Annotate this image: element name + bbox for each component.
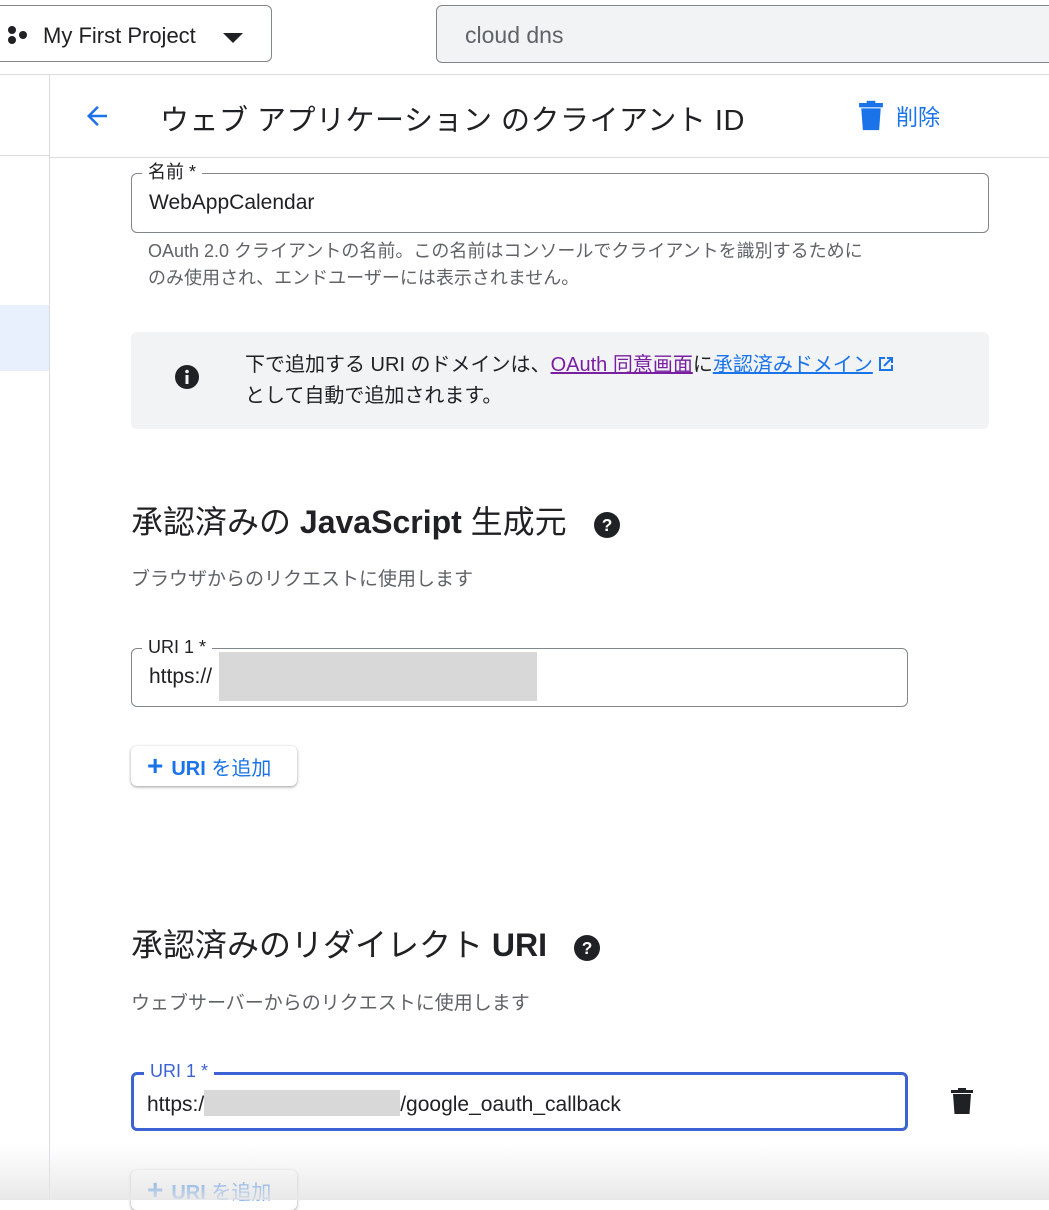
js-origins-subtitle: ブラウザからのリクエストに使用します (131, 569, 474, 590)
trash-icon[interactable] (950, 1087, 974, 1115)
add-js-origin-button[interactable]: + URI を追加 (131, 746, 297, 786)
help-icon[interactable]: ? (573, 934, 600, 961)
redacted-region (219, 652, 537, 701)
info-text-after: として自動で追加されます。 (245, 385, 503, 407)
project-selector[interactable]: My First Project (0, 5, 272, 62)
arrow-back-icon[interactable] (82, 101, 112, 131)
add-js-label-bold: URI (171, 757, 206, 780)
search-input[interactable] (463, 20, 1027, 50)
add-redirect-label-bold: URI (171, 1181, 206, 1204)
nav-item-active[interactable] (0, 305, 49, 371)
name-helper-text: OAuth 2.0 クライアントの名前。この名前はコンソールでクライアントを識別… (148, 238, 968, 292)
name-input[interactable] (147, 190, 971, 216)
external-link-icon (878, 357, 893, 371)
redirect-uri-field[interactable]: URI 1 * https:/ /google_oauth_callback (131, 1060, 908, 1131)
js-origins-title: 承認済みの JavaScript 生成元 ? (131, 497, 620, 543)
add-js-origin-label: URI を追加 (171, 752, 271, 781)
svg-text:?: ? (601, 515, 612, 535)
trash-icon (859, 100, 883, 131)
redirect-uris-subtitle: ウェブサーバーからのリクエストに使用します (131, 993, 530, 1014)
nav-divider (0, 155, 49, 156)
oauth-consent-link[interactable]: OAuth 同意画面 (551, 354, 693, 376)
js-title-suffix: 生成元 (470, 504, 567, 540)
svg-text:?: ? (582, 938, 593, 958)
redacted-region (204, 1090, 401, 1116)
redirect-uris-title: 承認済みのリダイレクト URI ? (131, 920, 600, 966)
add-js-label-rest: を追加 (211, 757, 272, 780)
search-box[interactable] (436, 5, 1049, 63)
page-title: ウェブ アプリケーション のクライアント ID (160, 105, 745, 137)
js-title-bold: JavaScript (299, 504, 462, 540)
helper-line-1: OAuth 2.0 クライアントの名前。この名前はコンソールでクライアントを識別… (148, 241, 863, 261)
authorized-domains-link[interactable]: 承認済みドメイン (713, 354, 873, 376)
js-origin-uri-label: URI 1 * (142, 636, 213, 658)
project-name: My First Project (43, 23, 196, 48)
hexagon-cluster-icon (8, 26, 27, 44)
page-header: ウェブ アプリケーション のクライアント ID 削除 (50, 75, 1049, 158)
top-bar: My First Project (0, 0, 1049, 75)
js-title-prefix: 承認済みの (131, 504, 292, 540)
info-banner: 下で追加する URI のドメインは、OAuth 同意画面に承認済みドメイン とし… (131, 332, 989, 429)
info-text: 下で追加する URI のドメインは、OAuth 同意画面に承認済みドメイン とし… (245, 350, 965, 412)
info-text-before: 下で追加する URI のドメインは、 (245, 354, 551, 376)
info-text-mid: に (692, 354, 713, 376)
helper-line-2: のみ使用され、エンドユーザーには表示されません。 (148, 268, 580, 288)
redirect-uri-label: URI 1 * (144, 1060, 215, 1082)
redirect-uri-prefix: https:/ (147, 1093, 205, 1116)
help-icon[interactable]: ? (593, 511, 620, 538)
js-origin-uri-field[interactable]: URI 1 * (131, 636, 908, 707)
add-redirect-label-rest: を追加 (211, 1181, 272, 1204)
name-field-label: 名前 * (142, 161, 203, 183)
name-field[interactable]: 名前 * (131, 161, 989, 233)
left-nav (0, 75, 50, 1200)
add-redirect-uri-button[interactable]: + URI を追加 (131, 1170, 297, 1210)
add-redirect-label: URI を追加 (171, 1176, 271, 1205)
caret-down-icon (223, 33, 243, 43)
redirect-uri-value[interactable]: https:/ /google_oauth_callback (147, 1090, 621, 1117)
delete-label: 削除 (896, 105, 941, 130)
delete-button[interactable]: 削除 (858, 99, 940, 133)
redirect-uri-suffix: /google_oauth_callback (400, 1093, 621, 1116)
redirect-title-bold: URI (491, 927, 548, 963)
info-icon (175, 365, 199, 389)
plus-icon: + (147, 750, 164, 781)
redirect-title-prefix: 承認済みのリダイレクト (131, 927, 484, 963)
